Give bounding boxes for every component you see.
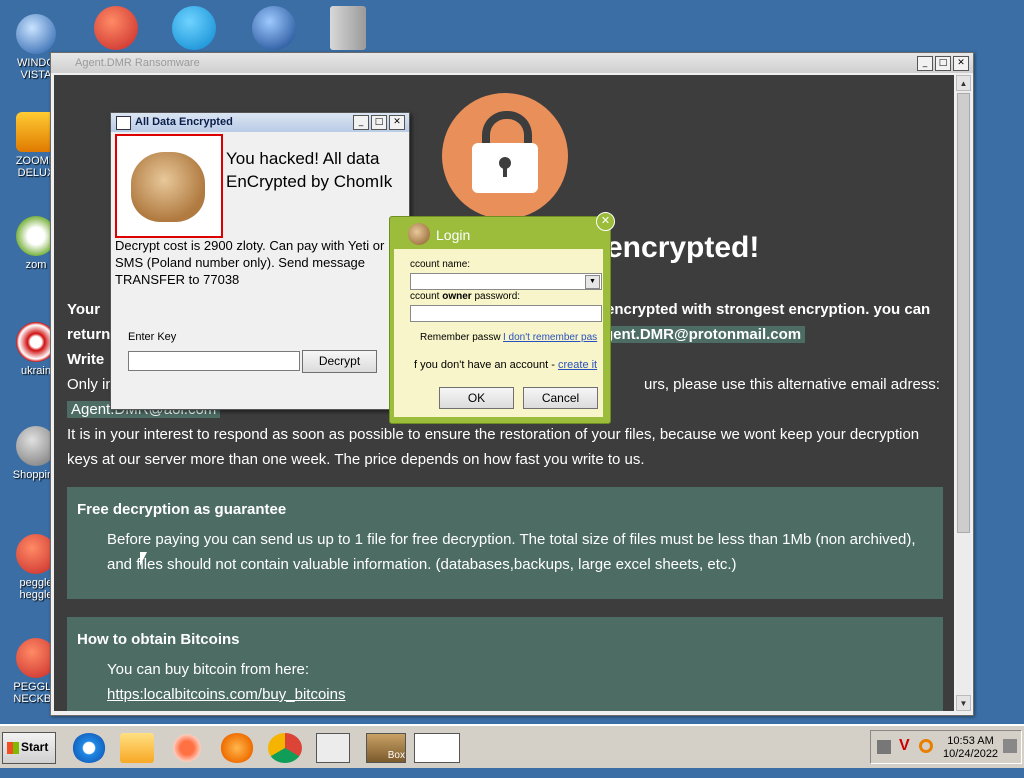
dialog-title: All Data Encrypted bbox=[135, 116, 233, 128]
enter-key-label: Enter Key bbox=[128, 331, 177, 343]
password-label: ccount owner password: bbox=[410, 291, 521, 302]
clock[interactable]: 10:53 AM 10/24/2022 bbox=[943, 735, 998, 761]
system-tray: V 10:53 AM 10/24/2022 bbox=[870, 730, 1022, 764]
peggle-icon[interactable] bbox=[94, 6, 138, 50]
window-title: Agent.DMR Ransomware bbox=[75, 57, 200, 69]
hamster-icon bbox=[408, 223, 430, 245]
taskbar: Start Box V 10:53 AM 10/24/2022 bbox=[0, 724, 1024, 768]
antivirus-icon[interactable]: V bbox=[899, 737, 910, 755]
ie-icon[interactable] bbox=[72, 733, 106, 763]
desktop-icon-label: zom bbox=[25, 259, 47, 271]
para-only: Only in bbox=[67, 376, 114, 393]
window-icon[interactable] bbox=[316, 733, 350, 763]
interest-line-2: keys at our server more than one week. T… bbox=[67, 451, 645, 468]
decrypt-cost-text: Decrypt cost is 2900 zloty. Can pay with… bbox=[115, 238, 385, 287]
start-button[interactable]: Start bbox=[2, 732, 56, 764]
maximize-button[interactable]: □ bbox=[935, 56, 951, 71]
panel-title: How to obtain Bitcoins bbox=[77, 631, 240, 648]
login-title: Login bbox=[436, 227, 471, 243]
close-button[interactable]: ✕ bbox=[953, 56, 969, 71]
speaker-icon[interactable] bbox=[1003, 739, 1017, 753]
password-field[interactable] bbox=[410, 305, 602, 322]
para-only-tail: urs, please use this alternative email a… bbox=[644, 376, 940, 393]
desktop-icon-label: peggle heggle bbox=[19, 577, 53, 601]
cancel-button[interactable]: Cancel bbox=[523, 387, 598, 409]
para-return: return bbox=[67, 326, 111, 343]
bitcoin-link[interactable]: https:localbitcoins.com/buy_bitcoins bbox=[107, 686, 345, 703]
obtain-bitcoins-panel: How to obtain Bitcoins You can buy bitco… bbox=[67, 617, 943, 711]
search-icon[interactable] bbox=[919, 739, 933, 753]
forgot-password-link[interactable]: I don't remember pas bbox=[503, 332, 597, 343]
network-icon[interactable] bbox=[877, 740, 891, 754]
interest-line-1: It is in your interest to respond as soo… bbox=[67, 426, 920, 443]
explorer-icon[interactable] bbox=[120, 733, 154, 763]
ransom-app-icon[interactable] bbox=[414, 733, 460, 763]
title-bar[interactable]: Agent.DMR Ransomware _ □ ✕ bbox=[51, 53, 973, 73]
email-main[interactable]: gent.DMR@protonmail.com bbox=[600, 326, 806, 343]
chevron-down-icon[interactable]: ▼ bbox=[585, 275, 600, 289]
all-data-encrypted-dialog: All Data Encrypted _ □ ✕ You hacked! All… bbox=[110, 112, 410, 410]
panel-title: Free decryption as guarantee bbox=[77, 501, 287, 518]
uc-browser-icon[interactable] bbox=[220, 733, 254, 763]
create-account-link[interactable]: create it bbox=[558, 359, 597, 371]
chrome-icon[interactable] bbox=[268, 733, 302, 763]
ok-button[interactable]: OK bbox=[439, 387, 514, 409]
skype-icon[interactable] bbox=[172, 6, 216, 50]
app-icon bbox=[116, 116, 131, 130]
headline: encrypted! bbox=[606, 231, 760, 264]
hamster-image bbox=[115, 134, 223, 238]
media-player-icon[interactable] bbox=[170, 733, 204, 763]
hacked-message: You hacked! All data EnCrypted by ChomIk bbox=[226, 149, 393, 191]
desktop-icon-label: ukrain bbox=[21, 365, 51, 377]
account-name-select[interactable]: ▼ bbox=[410, 273, 602, 290]
panel-text: and files should not contain valuable in… bbox=[107, 556, 737, 573]
free-decryption-panel: Free decryption as guarantee Before payi… bbox=[67, 487, 943, 599]
remember-password-label[interactable]: Remember passw bbox=[420, 332, 501, 343]
scroll-up-icon[interactable]: ▲ bbox=[956, 75, 971, 91]
para-your-tail: encrypted with strongest encryption. you… bbox=[606, 301, 931, 318]
vertical-scrollbar[interactable]: ▲ ▼ bbox=[956, 75, 971, 711]
key-input[interactable] bbox=[128, 351, 300, 371]
scroll-thumb[interactable] bbox=[957, 93, 970, 533]
scroll-down-icon[interactable]: ▼ bbox=[956, 695, 971, 711]
decrypt-button[interactable]: Decrypt bbox=[302, 350, 377, 373]
panel-text: Before paying you can send us up to 1 fi… bbox=[107, 531, 916, 548]
lock-icon bbox=[442, 93, 568, 219]
login-dialog: Login ✕ ccount name: ▼ ccount owner pass… bbox=[389, 212, 615, 424]
minimize-button[interactable]: _ bbox=[917, 56, 933, 71]
maximize-button[interactable]: □ bbox=[371, 115, 387, 130]
close-icon[interactable]: ✕ bbox=[596, 212, 615, 231]
mouse-cursor-icon bbox=[140, 552, 147, 566]
folder-icon[interactable] bbox=[330, 6, 366, 50]
no-account-text: f you don't have an account - create it bbox=[414, 359, 598, 371]
title-bar[interactable]: All Data Encrypted _ □ ✕ bbox=[111, 113, 409, 132]
windows-vista-icon bbox=[16, 14, 56, 54]
para-write: Write bbox=[67, 351, 105, 368]
close-button[interactable]: ✕ bbox=[389, 115, 405, 130]
globe-icon[interactable] bbox=[252, 6, 296, 50]
windows-logo-icon bbox=[7, 741, 19, 754]
account-name-label: ccount name: bbox=[410, 259, 471, 270]
minimize-button[interactable]: _ bbox=[353, 115, 369, 130]
para-your: Your bbox=[67, 301, 101, 318]
panel-text: You can buy bitcoin from here: bbox=[107, 661, 310, 678]
box-icon[interactable]: Box bbox=[366, 733, 406, 763]
